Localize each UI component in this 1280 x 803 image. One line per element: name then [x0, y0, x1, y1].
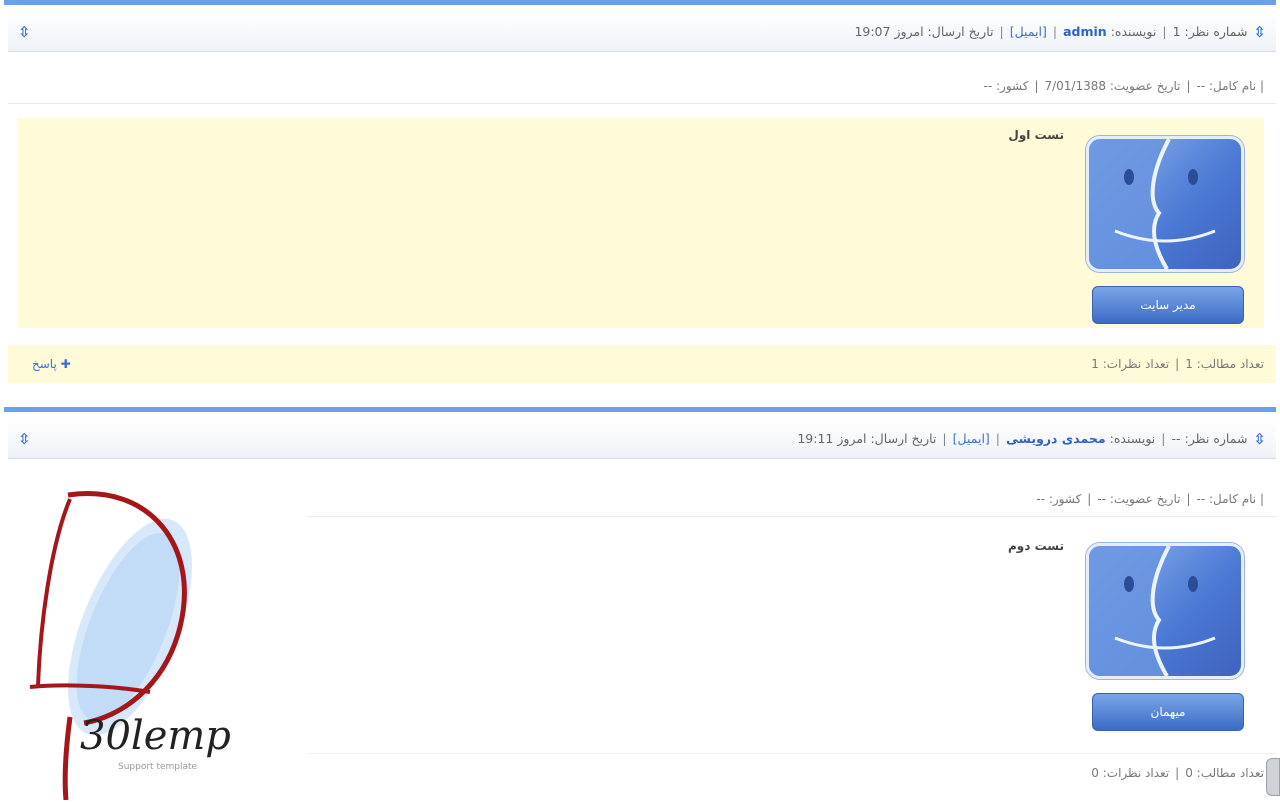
separator: | — [1034, 78, 1039, 93]
separator: | — [1175, 765, 1180, 780]
scrollbar-handle[interactable] — [1266, 758, 1280, 796]
post-date: تاریخ ارسال: امروز 19:07 — [854, 24, 994, 39]
comment-text: تست دوم — [1007, 539, 1064, 553]
comment-text: تست اول — [1008, 128, 1064, 142]
author-prefix: نویسنده: — [1109, 431, 1156, 446]
post-date: تاریخ ارسال: امروز 19:11 — [797, 431, 937, 446]
comment-footer: تعداد مطالب: 1 | تعداد نظرات: 1 ✚ پاسخ — [8, 345, 1276, 383]
collapse-icon[interactable]: ⇳ — [18, 430, 31, 448]
avatar — [1086, 543, 1244, 679]
double-chevron-icon[interactable]: ⇳ — [1253, 23, 1266, 41]
separator: | — [1087, 491, 1092, 506]
logo-subtext: Support template — [118, 762, 198, 772]
double-chevron-icon[interactable]: ⇳ — [1253, 430, 1266, 448]
email-link[interactable]: [ایمیل] — [953, 431, 990, 446]
country: کشور: -- — [1036, 491, 1082, 506]
comment-number: شماره نظر: -- — [1171, 431, 1248, 446]
logo-graphic: 30lemp Support template — [29, 491, 231, 801]
comment-top-bar — [4, 407, 1276, 412]
join-date: تاریخ عضویت: -- — [1097, 491, 1181, 506]
separator: | — [1052, 24, 1058, 39]
post-count: تعداد مطالب: 1 — [1185, 357, 1264, 371]
separator: | — [1175, 357, 1180, 371]
comment-header: ⇳ شماره نظر: 1 | نویسنده: admin | [ایمیل… — [8, 12, 1276, 52]
author-name[interactable]: admin — [1063, 24, 1107, 39]
separator: | — [942, 431, 947, 446]
comment-body: مدیر سایت تست اول — [18, 118, 1264, 328]
separator: | — [1161, 431, 1166, 446]
reply-label: پاسخ — [32, 357, 57, 371]
full-name: | نام کامل: -- — [1196, 491, 1265, 506]
comment-header: ⇳ شماره نظر: -- | نویسنده: محمدی درویشی … — [8, 419, 1276, 459]
comment-1: ⇳ شماره نظر: 1 | نویسنده: admin | [ایمیل… — [4, 0, 1276, 395]
email-link[interactable]: [ایمیل] — [1010, 24, 1047, 39]
separator: | — [1186, 78, 1191, 93]
plus-icon: ✚ — [56, 357, 71, 371]
comment-top-bar — [4, 0, 1276, 5]
finder-face-icon — [1089, 139, 1216, 269]
separator: | — [1162, 24, 1167, 39]
author-name[interactable]: محمدی درویشی — [1006, 431, 1106, 446]
separator: | — [995, 431, 1001, 446]
comment-number: شماره نظر: 1 — [1172, 24, 1248, 39]
separator: | — [999, 24, 1004, 39]
join-date: تاریخ عضویت: 7/01/1388 — [1044, 78, 1181, 93]
site-logo: 30lemp Support template — [0, 487, 308, 801]
role-button[interactable]: میهمان — [1092, 693, 1244, 731]
post-count: تعداد مطالب: 0 — [1185, 765, 1264, 780]
avatar — [1086, 136, 1244, 272]
author-prefix: نویسنده: — [1110, 24, 1157, 39]
role-button[interactable]: مدیر سایت — [1092, 286, 1244, 324]
logo-text: 30lemp — [80, 713, 231, 759]
full-name: | نام کامل: -- — [1196, 78, 1265, 93]
collapse-icon[interactable]: ⇳ — [18, 23, 31, 41]
finder-face-icon — [1089, 546, 1216, 676]
country: کشور: -- — [983, 78, 1029, 93]
reply-button[interactable]: ✚ پاسخ — [32, 357, 71, 371]
separator: | — [1186, 491, 1191, 506]
comment-info-bar: | نام کامل: -- | تاریخ عضویت: 7/01/1388 … — [8, 68, 1276, 104]
comment-count: تعداد نظرات: 0 — [1091, 765, 1170, 780]
comment-count: تعداد نظرات: 1 — [1091, 357, 1170, 371]
